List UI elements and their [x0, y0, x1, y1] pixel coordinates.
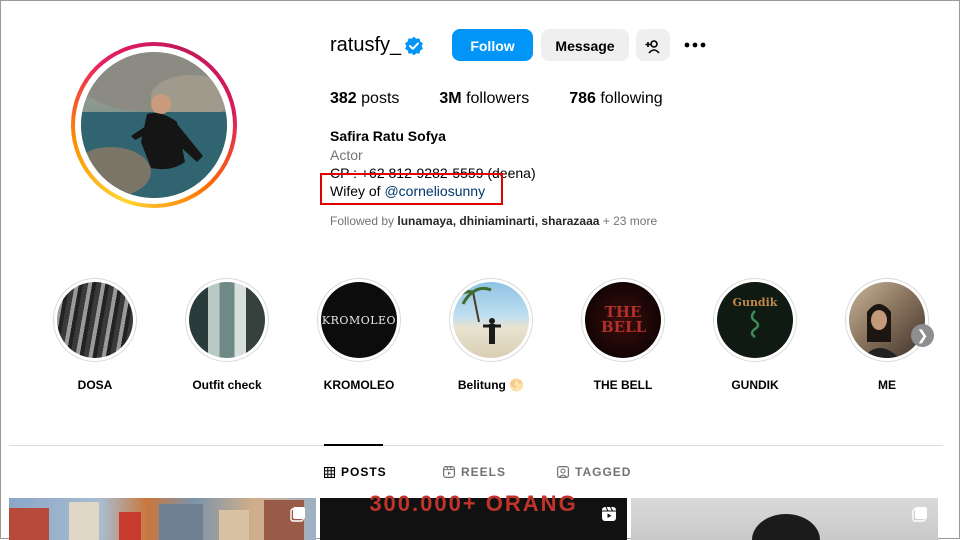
highlight-ring — [845, 278, 929, 362]
annotation-highlight-box — [320, 173, 503, 205]
tab-reels[interactable]: REELS — [443, 465, 506, 479]
street-photo — [9, 500, 304, 540]
highlight-cover-text: THE BELL — [601, 303, 647, 336]
snake-emblem — [750, 310, 760, 339]
profile-category: Actor — [330, 147, 363, 163]
highlight-cover — [189, 282, 265, 358]
avatar-photo — [81, 52, 227, 198]
grid-icon — [324, 466, 335, 478]
highlight-label: Outfit check — [192, 378, 262, 392]
highlight-label: KROMOLEO — [323, 378, 395, 392]
highlight-cover — [849, 282, 925, 358]
posts-label: posts — [356, 90, 400, 107]
following-count: 786 — [569, 90, 596, 107]
followers-count: 3M — [439, 90, 462, 107]
profile-full-name: Safira Ratu Sofya — [330, 128, 446, 144]
highlight-label: ME — [878, 378, 896, 392]
tab-tagged-label: TAGGED — [575, 465, 632, 479]
highlight-belitung[interactable]: Belitung 🌕 — [448, 278, 534, 392]
carousel-icon — [290, 507, 305, 522]
highlight-label: THE BELL — [593, 378, 653, 392]
tab-posts[interactable]: POSTS — [324, 465, 387, 479]
chevron-right-icon[interactable]: ❯ — [911, 324, 934, 347]
more-horizontal-icon[interactable] — [683, 35, 707, 55]
followed-by-more: + 23 more — [599, 214, 658, 228]
profile-avatar[interactable] — [81, 52, 227, 198]
highlight-gundik[interactable]: Gundik GUNDIK — [712, 278, 798, 392]
verified-badge-icon — [405, 36, 423, 56]
tab-reels-label: REELS — [461, 465, 507, 479]
tabs-divider — [9, 445, 943, 446]
followed-by-users: lunamaya, dhiniaminarti, sharazaaa — [397, 214, 600, 228]
profile-username: ratusfy_ — [330, 34, 402, 56]
highlight-label: Belitung 🌕 — [457, 378, 525, 392]
active-tab-indicator — [324, 444, 383, 446]
message-button[interactable]: Message — [541, 29, 629, 61]
reel-indicator-icon — [602, 506, 616, 521]
highlight-cover: THE BELL — [585, 282, 661, 358]
tab-tagged[interactable]: TAGGED — [557, 465, 631, 479]
followers-stat[interactable]: 3M followers — [439, 90, 529, 108]
highlight-cover: KROMOLEO — [321, 282, 397, 358]
followed-by-line[interactable]: Followed by lunamaya, dhiniaminarti, sha… — [330, 214, 657, 228]
highlight-cover-text: Gundik — [732, 296, 778, 309]
highlight-label: DOSA — [77, 378, 113, 392]
highlight-dosa[interactable]: DOSA — [52, 278, 138, 392]
post-overlay-text: 300.000+ ORANG — [369, 491, 578, 516]
reels-icon — [443, 466, 455, 478]
followers-label: followers — [461, 90, 530, 107]
highlight-cover-text: KROMOLEO — [321, 313, 397, 327]
beach-photo — [455, 286, 501, 344]
post-tile[interactable] — [9, 498, 316, 540]
highlight-ring: Gundik — [713, 278, 797, 362]
portrait-photo — [863, 304, 899, 358]
highlight-ring — [53, 278, 137, 362]
highlight-label: GUNDIK — [731, 378, 779, 392]
highlight-outfit-check[interactable]: Outfit check — [184, 278, 270, 392]
highlight-kromoleo[interactable]: KROMOLEO KROMOLEO — [316, 278, 402, 392]
highlight-cover: Gundik — [717, 282, 793, 358]
highlight-cover — [57, 282, 133, 358]
following-stat[interactable]: 786 following — [569, 90, 662, 108]
highlight-ring — [185, 278, 269, 362]
carousel-icon — [912, 507, 927, 522]
followed-by-prefix: Followed by — [330, 214, 398, 228]
highlight-cover — [453, 282, 529, 358]
follow-button[interactable]: Follow — [452, 29, 533, 61]
highlight-the-bell[interactable]: THE BELL THE BELL — [580, 278, 666, 392]
highlight-ring: KROMOLEO — [317, 278, 401, 362]
portrait-post-photo — [752, 514, 820, 540]
highlight-ring — [449, 278, 533, 362]
suggested-users-button[interactable] — [636, 29, 670, 61]
add-user-icon — [645, 40, 660, 54]
posts-stat: 382 posts — [330, 90, 399, 108]
posts-count: 382 — [330, 90, 357, 107]
following-label: following — [595, 90, 663, 107]
post-tile[interactable] — [631, 498, 938, 540]
profile-stats: 382 posts 3M followers 786 following — [330, 90, 703, 108]
tagged-icon — [557, 466, 569, 478]
highlight-ring: THE BELL — [581, 278, 665, 362]
tab-posts-label: POSTS — [341, 465, 387, 479]
